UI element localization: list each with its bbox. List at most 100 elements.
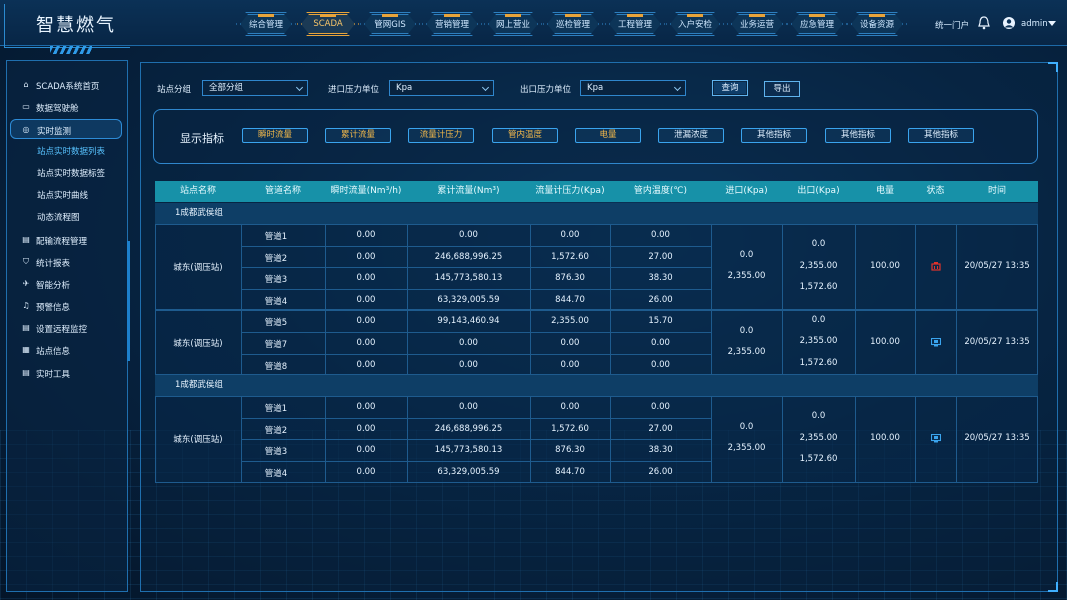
sidebar-item-9[interactable]: ▦ 站点信息 (6, 341, 128, 359)
flow-cell: 0.00 (356, 359, 376, 370)
sidebar-subitem-2[interactable]: 站点实时数据标签 (37, 167, 105, 179)
indicator-chip[interactable]: 电量 (575, 128, 641, 143)
group-select[interactable]: 全部分组 (202, 80, 308, 96)
chevron-down-icon (295, 83, 304, 92)
nav-tab-8[interactable]: 入户安检 (670, 14, 720, 34)
chevron-down-icon[interactable] (1048, 21, 1056, 26)
sidebar-item-8[interactable]: ▤ 设置远程监控 (6, 319, 128, 337)
sidebar-item-2[interactable]: ▭ 数据驾驶舱 (6, 98, 128, 116)
sidebar-item-10[interactable]: ▤ 实时工具 (6, 364, 128, 382)
flow-cell: 0.00 (356, 230, 376, 240)
table-row-line (241, 439, 711, 441)
sidebar-item-3[interactable]: ◎ 实时监测 (10, 119, 122, 139)
inlet-unit-select[interactable]: Kpa (389, 80, 494, 96)
total-flow-cell: 246,688,996.25 (434, 251, 503, 262)
temperature-cell: 0.00 (651, 402, 670, 413)
indicator-chip[interactable]: 泄漏浓度 (658, 128, 724, 143)
sidebar-item-6[interactable]: ✈ 智能分析 (6, 275, 128, 293)
nav-tab-3[interactable]: 管网GIS (364, 14, 416, 34)
inlet-cell: 0.0 (739, 250, 754, 261)
sidebar-item-7[interactable]: ♫ 预警信息 (6, 297, 128, 315)
flow-cell: 0.00 (356, 338, 376, 348)
pipe-name-cell: 管道4 (264, 469, 288, 479)
total-flow-cell: 0.00 (459, 402, 478, 413)
table-header-cell: 累计流量(Nm³) (407, 181, 530, 202)
sidebar-subitem-3[interactable]: 站点实时曲线 (37, 189, 88, 201)
sidebar-item-1[interactable]: ⌂ SCADA系统首页 (6, 76, 128, 94)
nav-tab-2[interactable]: SCADA (301, 14, 355, 34)
outlet-cell: 2,355.00 (799, 432, 838, 443)
flow-cell: 0.00 (356, 445, 376, 456)
avatar[interactable] (1003, 17, 1015, 29)
total-flow-cell: 145,773,580.13 (434, 273, 503, 284)
sidebar-item-label: 站点信息 (36, 347, 71, 357)
portal-link[interactable]: 统一门户 (935, 19, 969, 31)
temperature-cell: 27.00 (648, 423, 673, 434)
table-header-cell: 瞬时流量(Nm³/h) (325, 181, 407, 202)
temperature-cell: 0.00 (651, 338, 670, 348)
meter-pressure-cell: 844.70 (555, 294, 585, 305)
indicator-chip[interactable]: 累计流量 (325, 128, 391, 143)
app-title: 智慧燃气 (36, 15, 116, 36)
nav-tab-9[interactable]: 业务运营 (731, 14, 783, 34)
nav-tab-1[interactable]: 综合管理 (240, 14, 292, 34)
query-button[interactable]: 查询 (712, 80, 748, 96)
flow-cell: 0.00 (356, 402, 376, 413)
table-col-line (915, 310, 916, 376)
sidebar-subitem-1[interactable]: 站点实时数据列表 (37, 145, 105, 157)
corner-decor (1048, 62, 1058, 72)
table-header-cell: 管道名称 (241, 181, 325, 202)
nav-tab-5[interactable]: 网上营业 (488, 14, 538, 34)
pipe-name-cell: 管道2 (264, 425, 288, 436)
inlet-cell: 0.0 (739, 422, 754, 433)
outlet-unit-value: Kpa (587, 83, 604, 93)
table-header-cell: 流量计压力(Kpa) (530, 181, 610, 202)
monitor-icon[interactable] (930, 434, 942, 443)
user-name[interactable]: admin (1021, 19, 1048, 29)
temperature-cell: 0.00 (651, 230, 670, 240)
pipe-name-cell: 管道1 (264, 404, 288, 415)
remote-icon: ▤ (22, 323, 30, 332)
power-cell: 100.00 (870, 336, 900, 347)
nav-tab-11[interactable]: 设备资源 (851, 14, 903, 34)
sidebar-item-label: 统计报表 (36, 259, 71, 269)
alarm-icon[interactable] (931, 262, 941, 271)
site-icon: ▦ (22, 345, 30, 354)
indicator-chip[interactable]: 瞬时流量 (242, 128, 308, 143)
outlet-unit-select[interactable]: Kpa (580, 80, 686, 96)
indicator-chip[interactable]: 管内温度 (492, 128, 558, 143)
chevron-down-icon (481, 83, 490, 92)
meter-pressure-cell: 0.00 (560, 359, 580, 370)
nav-tab-6[interactable]: 巡检管理 (547, 14, 599, 34)
nav-tab-4[interactable]: 营销管理 (426, 14, 478, 34)
indicator-chip[interactable]: 其他指标 (825, 128, 891, 143)
monitor-icon: ◎ (22, 125, 30, 134)
indicator-chip[interactable]: 其他指标 (908, 128, 974, 143)
sidebar-item-4[interactable]: ▤ 配输流程管理 (6, 231, 128, 249)
pipe-name-cell: 管道4 (264, 296, 288, 307)
nav-tab-7[interactable]: 工程管理 (609, 14, 661, 34)
pipe-name-cell: 管道5 (264, 318, 288, 329)
export-button[interactable]: 导出 (764, 81, 800, 97)
bell-icon[interactable] (978, 16, 990, 30)
sidebar-item-label: 设置远程监控 (36, 325, 88, 335)
analysis-icon: ✈ (22, 279, 30, 288)
flow-cell: 0.00 (356, 251, 376, 262)
sidebar-item-5[interactable]: ⛉ 统计报表 (6, 253, 128, 271)
power-cell: 100.00 (870, 261, 900, 272)
temperature-cell: 38.30 (648, 273, 673, 284)
table-row-line (241, 353, 711, 355)
meter-pressure-cell: 844.70 (555, 467, 585, 477)
table-group-row: 1成都武侯组 (155, 375, 1038, 397)
pipe-name-cell: 管道8 (264, 361, 288, 372)
temperature-cell: 38.30 (648, 445, 673, 456)
sidebar-item-label: 配输流程管理 (36, 237, 88, 247)
sidebar-item-label: 预警信息 (36, 303, 71, 313)
nav-tab-10[interactable]: 应急管理 (791, 14, 843, 34)
monitor-icon[interactable] (930, 337, 942, 347)
sidebar-subitem-4[interactable]: 动态流程图 (37, 211, 80, 223)
home-icon: ⌂ (23, 80, 29, 89)
table-row-line (241, 332, 711, 333)
indicator-chip[interactable]: 流量计压力 (408, 128, 474, 143)
indicator-chip[interactable]: 其他指标 (741, 128, 807, 143)
